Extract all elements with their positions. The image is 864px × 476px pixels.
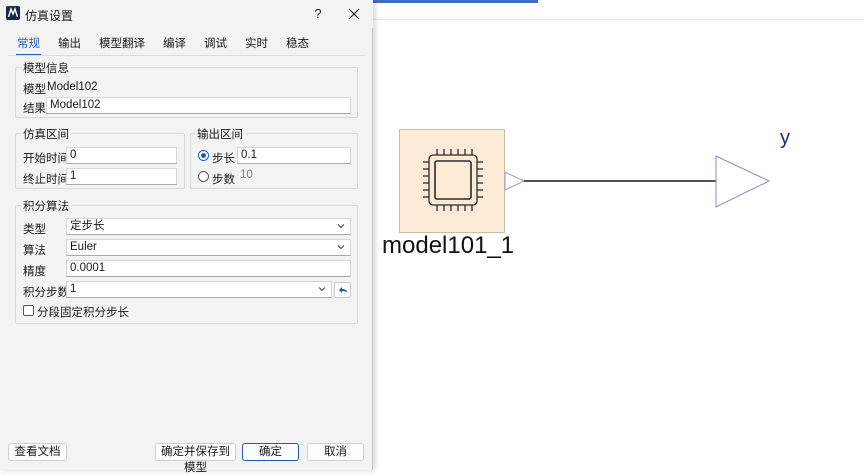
algorithm-select[interactable]: Euler: [66, 239, 351, 256]
stop-time-field[interactable]: 1: [66, 168, 177, 185]
tab-realtime[interactable]: 实时: [236, 36, 277, 56]
close-icon: [348, 8, 360, 20]
precision-field[interactable]: 0.0001: [66, 260, 351, 277]
cancel-button[interactable]: 取消: [307, 443, 364, 461]
sim-interval-title: 仿真区间: [21, 126, 71, 142]
step-count-radio[interactable]: [198, 171, 209, 182]
step-size-radio[interactable]: [198, 150, 209, 161]
tab-divider: [8, 55, 366, 56]
tab-compile[interactable]: 编译: [154, 36, 195, 56]
start-time-label: 开始时间: [23, 153, 69, 165]
model-label: 模型: [23, 84, 46, 96]
undo-icon: [339, 287, 348, 293]
result-name-field[interactable]: Model102: [46, 97, 351, 114]
fixed-step-checkbox[interactable]: [23, 305, 34, 316]
integration-steps-label: 积分步数: [23, 287, 69, 299]
start-time-field[interactable]: 0: [66, 147, 177, 164]
tab-steady-state[interactable]: 稳态: [277, 36, 318, 56]
result-label: 结果: [23, 103, 46, 115]
integration-title: 积分算法: [21, 198, 71, 214]
solver-type-value: 定步长: [70, 220, 105, 232]
close-button[interactable]: [343, 3, 365, 25]
solver-type-select[interactable]: 定步长: [66, 218, 351, 235]
step-size-field[interactable]: 0.1: [237, 147, 351, 164]
outport-label: y: [780, 127, 790, 149]
output-port-icon[interactable]: [504, 171, 526, 191]
tab-model-translation[interactable]: 模型翻译: [90, 36, 154, 56]
ok-button[interactable]: 确定: [242, 443, 299, 461]
app-logo-icon: [6, 6, 20, 20]
settings-tabs: 常规 输出 模型翻译 编译 调试 实时 稳态: [8, 36, 318, 56]
dialog-titlebar[interactable]: 仿真设置 ?: [0, 0, 373, 28]
ok-and-save-button[interactable]: 确定并保存到模型: [155, 443, 236, 474]
reset-steps-button[interactable]: [334, 282, 351, 298]
simulation-settings-dialog: 仿真设置 ? 常规 输出 模型翻译 编译 调试 实时 稳态 模型信息 模型 Mo…: [0, 0, 373, 474]
step-count-label: 步数: [212, 174, 235, 186]
step-count-field: 10: [237, 168, 351, 185]
tab-general[interactable]: 常规: [8, 36, 49, 56]
model-name-value: Model102: [47, 81, 98, 93]
chevron-down-icon: [337, 245, 345, 250]
help-button[interactable]: ?: [308, 3, 328, 25]
integration-steps-value: 1: [70, 283, 77, 295]
step-size-label: 步长: [212, 153, 235, 165]
precision-label: 精度: [23, 266, 46, 278]
stop-time-label: 终止时间: [23, 174, 69, 186]
dialog-title: 仿真设置: [25, 9, 74, 23]
algorithm-value: Euler: [70, 241, 97, 253]
solver-type-label: 类型: [23, 224, 46, 236]
tab-output[interactable]: 输出: [49, 36, 90, 56]
tab-debug[interactable]: 调试: [195, 36, 236, 56]
view-docs-button[interactable]: 查看文档: [8, 443, 67, 461]
algorithm-label: 算法: [23, 245, 46, 257]
integration-steps-select[interactable]: 1: [66, 281, 332, 298]
chevron-down-icon: [318, 287, 326, 292]
fixed-step-label: 分段固定积分步长: [37, 307, 129, 319]
output-interval-title: 输出区间: [195, 126, 245, 142]
model-info-title: 模型信息: [21, 60, 71, 76]
outport-block-icon[interactable]: [715, 155, 771, 208]
chevron-down-icon: [337, 224, 345, 229]
